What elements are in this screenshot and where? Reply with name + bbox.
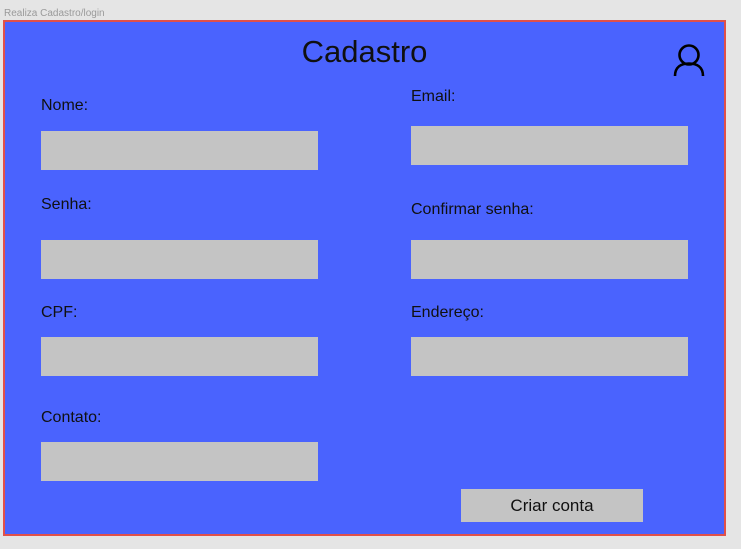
confirmar-senha-label: Confirmar senha: — [411, 201, 534, 218]
email-input[interactable] — [411, 126, 688, 165]
cpf-label: CPF: — [41, 304, 78, 321]
confirmar-senha-input[interactable] — [411, 240, 688, 279]
nome-input[interactable] — [41, 131, 318, 170]
endereco-label: Endereço: — [411, 304, 484, 321]
senha-label: Senha: — [41, 196, 92, 213]
user-icon[interactable] — [673, 43, 705, 77]
cpf-input[interactable] — [41, 337, 318, 376]
frame-label: Realiza Cadastro/login — [4, 8, 105, 19]
contato-label: Contato: — [41, 409, 102, 426]
signup-form: Cadastro Nome: Senha: CPF: Contato: Emai… — [3, 20, 726, 536]
endereco-input[interactable] — [411, 337, 688, 376]
contato-input[interactable] — [41, 442, 318, 481]
email-label: Email: — [411, 88, 456, 105]
page-title: Cadastro — [301, 34, 428, 69]
nome-label: Nome: — [41, 97, 89, 114]
senha-input[interactable] — [41, 240, 318, 279]
criar-conta-button[interactable]: Criar conta — [461, 489, 643, 522]
